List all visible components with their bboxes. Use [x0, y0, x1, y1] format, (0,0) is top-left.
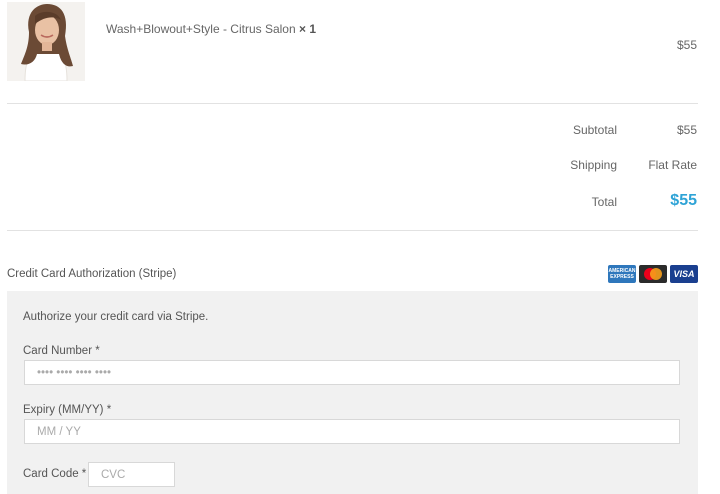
- shipping-value: Flat Rate: [648, 158, 697, 172]
- product-quantity: × 1: [298, 22, 316, 36]
- payment-method-title: Credit Card Authorization (Stripe): [7, 268, 177, 280]
- mastercard-card-icon: [639, 265, 667, 283]
- product-image: [7, 2, 85, 81]
- subtotal-label: Subtotal: [572, 123, 617, 137]
- shipping-row: Shipping Flat Rate: [397, 158, 697, 178]
- product-thumbnail[interactable]: [7, 2, 85, 81]
- subtotal-row: Subtotal $55: [397, 123, 697, 143]
- product-name-text: Wash+Blowout+Style - Citrus Salon: [106, 22, 296, 36]
- card-code-label: Card Code *: [23, 468, 87, 480]
- cart-item-row: Wash+Blowout+Style - Citrus Salon × 1 $5…: [0, 0, 720, 104]
- card-number-label: Card Number *: [23, 345, 100, 357]
- expiry-input[interactable]: [24, 419, 680, 444]
- total-label: Total: [591, 195, 617, 209]
- amex-card-icon: AMERICAN EXPRESS: [608, 265, 636, 283]
- card-code-input[interactable]: [88, 462, 175, 487]
- mastercard-circles-icon: [644, 268, 662, 280]
- card-number-input[interactable]: [24, 360, 680, 385]
- payment-description: Authorize your credit card via Stripe.: [23, 311, 209, 323]
- divider: [7, 103, 698, 104]
- subtotal-value: $55: [676, 123, 697, 137]
- divider: [7, 230, 698, 231]
- shipping-label: Shipping: [570, 158, 617, 172]
- visa-card-icon: VISA: [670, 265, 698, 283]
- total-value: $55: [670, 192, 697, 209]
- total-row: Total $55: [397, 192, 697, 215]
- product-price: $55: [676, 38, 697, 52]
- payment-form-panel: Authorize your credit card via Stripe. C…: [7, 291, 698, 494]
- product-name: Wash+Blowout+Style - Citrus Salon × 1: [106, 22, 316, 36]
- card-logos: AMERICAN EXPRESS VISA: [608, 265, 698, 283]
- expiry-label: Expiry (MM/YY) *: [23, 404, 112, 416]
